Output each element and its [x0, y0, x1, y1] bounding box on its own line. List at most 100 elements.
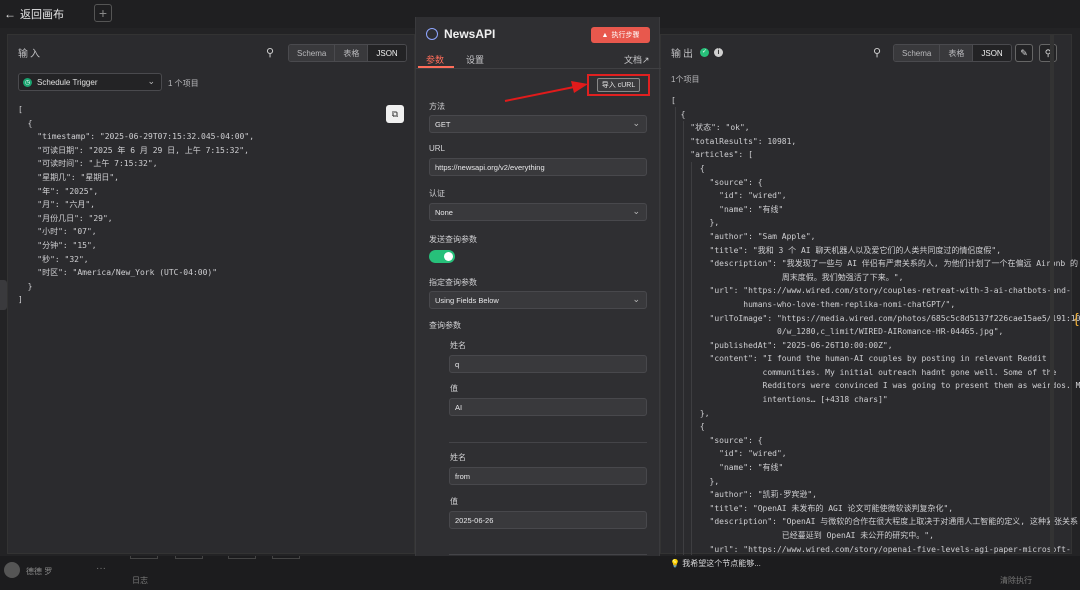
- ghost-tab: [272, 556, 300, 559]
- auth-select[interactable]: None ⌄: [429, 203, 647, 221]
- json-line: "urlToImage": "https://media.wired.com/p…: [671, 313, 1080, 323]
- json-line: "source": {: [671, 435, 763, 445]
- input-json-view: [ { "timestamp": "2025-06-29T07:15:32.04…: [18, 103, 254, 307]
- json-line: 0/w_1280,c_limit/WIRED-AIRomance-HR-0446…: [671, 327, 1004, 337]
- flask-icon: ▲: [601, 31, 609, 39]
- json-line: communities. My initial outreach hadnt g…: [671, 367, 1057, 377]
- node-title: NewsAPI: [444, 27, 496, 41]
- import-curl-button[interactable]: 导入 cURL: [596, 78, 641, 92]
- json-line: "timestamp": "2025-06-29T07:15:32.045-04…: [18, 132, 255, 142]
- pin-icon[interactable]: ⚲: [1039, 44, 1057, 62]
- json-line: "articles": [: [671, 150, 753, 160]
- param-divider: [449, 442, 647, 443]
- param-name-value: from: [455, 471, 470, 481]
- json-line: "description": "我发现了一些与 AI 伴侣有严肃关系的人, 为他…: [671, 259, 1079, 269]
- success-check-icon: ✓: [700, 48, 709, 57]
- tab-parameters[interactable]: 参数: [426, 53, 444, 66]
- log-tab[interactable]: 日志: [132, 575, 148, 586]
- panel-drag-handle[interactable]: [0, 280, 7, 310]
- tab-table[interactable]: 表格: [335, 45, 369, 61]
- specify-query-select[interactable]: Using Fields Below ⌄: [429, 291, 647, 309]
- active-tab-indicator: [418, 66, 454, 68]
- json-line: "状态": "ok",: [671, 123, 750, 133]
- json-line: "星期几": "星期日",: [18, 172, 119, 182]
- search-icon[interactable]: ⚲: [873, 46, 881, 59]
- json-line: Redditors were convinced I was going to …: [671, 381, 1080, 391]
- param-value-label: 值: [450, 497, 458, 506]
- globe-icon: [426, 28, 438, 40]
- output-title: 输出: [671, 49, 695, 60]
- send-query-toggle[interactable]: [429, 250, 455, 263]
- json-line: [: [671, 96, 676, 105]
- clock-icon: ◷: [23, 77, 32, 87]
- input-item-count: 1 个项目: [168, 79, 199, 88]
- back-to-canvas-button[interactable]: ← 返回画布: [4, 6, 64, 22]
- input-title: 输入: [18, 49, 42, 60]
- method-value: GET: [435, 119, 451, 129]
- json-line: [: [18, 105, 23, 114]
- json-line: },: [671, 408, 710, 418]
- json-line: "秒": "32",: [18, 254, 89, 264]
- clear-execution-button[interactable]: 清除执行: [1000, 575, 1032, 586]
- param-value-value: AI: [455, 402, 463, 412]
- json-line: "author": "Sam Apple",: [671, 231, 816, 241]
- json-line: intentions… [+4318 chars]": [671, 395, 888, 405]
- edit-pencil-icon[interactable]: ✎: [1015, 44, 1033, 62]
- curly-brace-icon: {: [1074, 310, 1079, 326]
- json-line: humans-who-love-them-replika-nomi-chatGP…: [671, 299, 956, 309]
- tab-schema[interactable]: Schema: [289, 45, 336, 61]
- param-name-label: 姓名: [450, 341, 466, 350]
- json-line: "name": "有线": [671, 204, 784, 214]
- param-value-label: 值: [450, 384, 458, 393]
- add-node-icon[interactable]: +: [94, 4, 112, 22]
- json-line: "id": "wired",: [671, 449, 787, 459]
- back-label: 返回画布: [20, 9, 64, 21]
- tab-schema[interactable]: Schema: [894, 45, 941, 61]
- info-icon[interactable]: i: [714, 48, 723, 57]
- chevron-down-icon: ⌄: [632, 206, 640, 216]
- search-icon[interactable]: ⚲: [266, 46, 274, 59]
- param-value-input[interactable]: AI: [449, 398, 647, 416]
- tab-table[interactable]: 表格: [940, 45, 974, 61]
- docs-label: 文档: [624, 55, 643, 65]
- external-link-icon: ↗: [642, 55, 650, 65]
- param-name-input[interactable]: q: [449, 355, 647, 373]
- json-line: "url": "https://www.wired.com/story/coup…: [671, 286, 1071, 296]
- trigger-select[interactable]: ◷ Schedule Trigger ⌄: [18, 73, 162, 91]
- output-scrollbar[interactable]: [1050, 34, 1054, 554]
- json-line: 周末度假。我们勉强活了下来。",: [671, 272, 904, 282]
- param-name-value: q: [455, 359, 460, 369]
- more-options-icon[interactable]: ···: [96, 563, 106, 574]
- ghost-tab: [175, 556, 203, 559]
- param-value-input[interactable]: 2025-06-26: [449, 511, 647, 529]
- json-line: "title": "我和 3 个 AI 聊天机器人以及爱它们的人类共同度过的情侣…: [671, 245, 1002, 255]
- param-name-input[interactable]: from: [449, 467, 647, 485]
- json-line: {: [671, 422, 705, 432]
- ai-hint-text: 我希望这个节点能够...: [682, 559, 761, 568]
- output-item-count: 1个项目: [671, 75, 700, 84]
- ai-hint[interactable]: 💡 我希望这个节点能够...: [670, 558, 761, 569]
- json-line: "author": "凯莉·罗宾逊",: [671, 490, 817, 500]
- specify-query-value: Using Fields Below: [435, 295, 499, 305]
- json-line: "时区": "America/New_York (UTC-04:00)": [18, 268, 218, 278]
- toggle-knob: [444, 252, 453, 261]
- lightbulb-icon: 💡: [670, 559, 680, 568]
- url-input[interactable]: https://newsapi.org/v2/everything: [429, 158, 647, 176]
- copy-icon[interactable]: ⧉: [386, 105, 404, 123]
- tab-json[interactable]: JSON: [368, 45, 406, 61]
- docs-link[interactable]: 文档↗: [624, 53, 650, 66]
- param-value-value: 2025-06-26: [455, 515, 494, 525]
- avatar[interactable]: [4, 562, 20, 578]
- json-line: "月份几日": "29",: [18, 213, 113, 223]
- tab-settings[interactable]: 设置: [466, 53, 484, 66]
- app-root: ← 返回画布 + 输入 ⚲ Schema 表格 JSON ◷ Schedule …: [0, 0, 1080, 590]
- json-line: "content": "I found the human-AI couples…: [671, 354, 1047, 364]
- method-select[interactable]: GET ⌄: [429, 115, 647, 133]
- auth-label: 认证: [429, 189, 445, 198]
- execute-step-button[interactable]: ▲ 执行步骤: [591, 27, 650, 43]
- tab-json[interactable]: JSON: [973, 45, 1011, 61]
- json-line: "totalResults": 10981,: [671, 136, 797, 146]
- execute-label: 执行步骤: [611, 32, 640, 39]
- input-panel: 输入 ⚲ Schema 表格 JSON ◷ Schedule Trigger ⌄…: [7, 34, 415, 554]
- output-json-view: [ { "状态": "ok", "totalResults": 10981, "…: [671, 94, 1080, 570]
